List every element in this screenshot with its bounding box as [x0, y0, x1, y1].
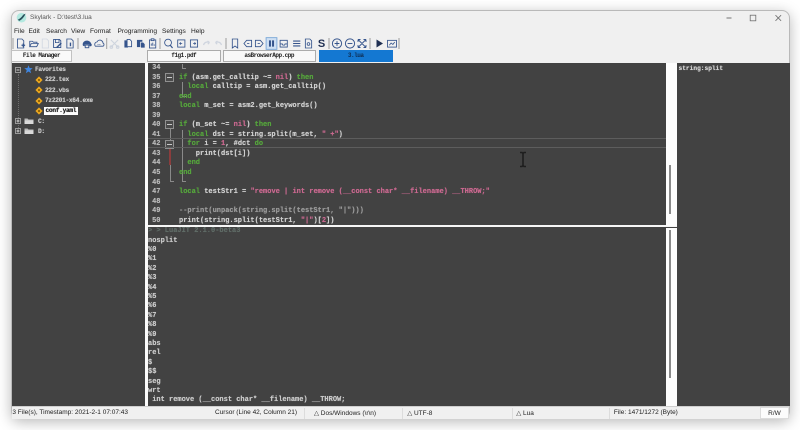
svg-text:S: S	[318, 38, 325, 50]
